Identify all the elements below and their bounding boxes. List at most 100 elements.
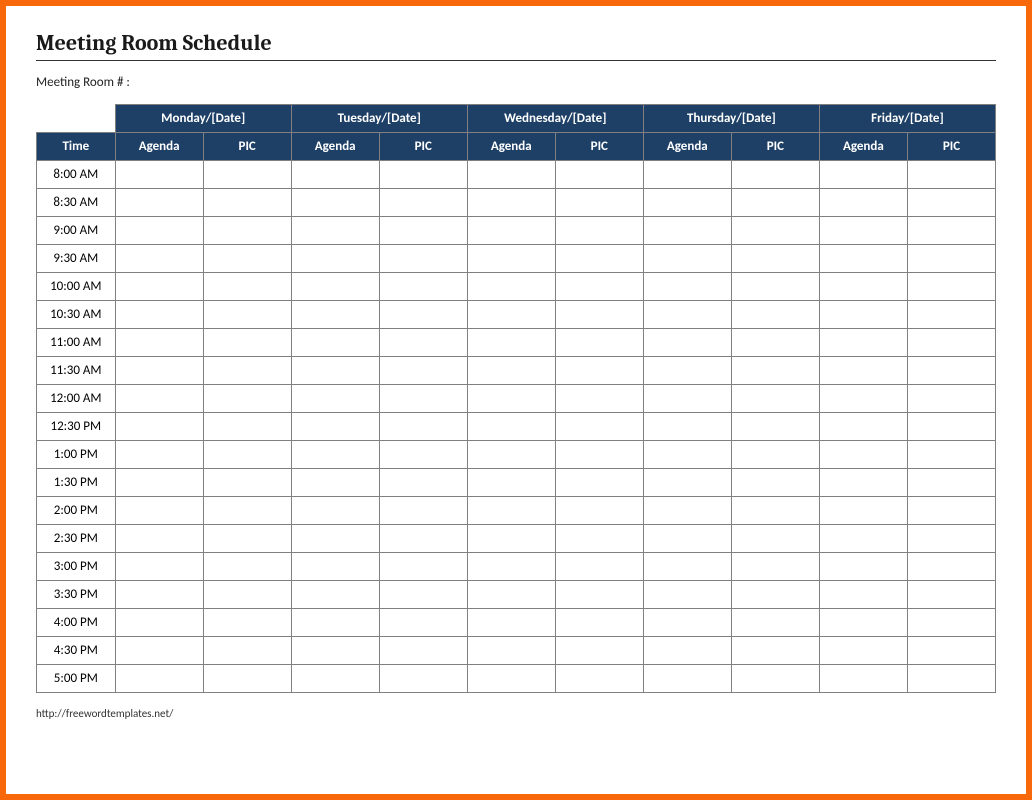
agenda-cell [291,609,379,637]
time-cell: 11:00 AM [37,329,116,357]
pic-cell [907,553,995,581]
pic-cell [555,329,643,357]
agenda-cell [115,609,203,637]
time-cell: 9:00 AM [37,217,116,245]
pic-cell [731,553,819,581]
agenda-cell [819,441,907,469]
pic-cell [731,329,819,357]
pic-cell [555,301,643,329]
footer-url: http://freewordtemplates.net/ [36,707,996,720]
pic-cell [555,441,643,469]
agenda-cell [291,581,379,609]
agenda-cell [467,413,555,441]
pic-cell [555,553,643,581]
pic-cell [555,189,643,217]
agenda-cell [467,469,555,497]
pic-cell [907,497,995,525]
pic-cell [379,525,467,553]
pic-cell [379,497,467,525]
pic-cell [203,357,291,385]
pic-cell [907,273,995,301]
pic-cell [555,637,643,665]
table-row: 11:30 AM [37,357,996,385]
time-cell: 10:30 AM [37,301,116,329]
pic-cell [555,161,643,189]
pic-cell [379,581,467,609]
agenda-cell [115,581,203,609]
day-header-tuesday: Tuesday/[Date] [291,105,467,133]
agenda-cell [467,609,555,637]
table-row: 5:00 PM [37,665,996,693]
time-cell: 3:30 PM [37,581,116,609]
agenda-cell [819,217,907,245]
agenda-cell [819,637,907,665]
pic-cell [731,581,819,609]
agenda-cell [291,497,379,525]
agenda-cell [819,357,907,385]
agenda-cell [115,161,203,189]
pic-cell [203,525,291,553]
schedule-body: 8:00 AM8:30 AM9:00 AM9:30 AM10:00 AM10:3… [37,161,996,693]
pic-cell [731,637,819,665]
pic-cell [907,217,995,245]
agenda-cell [467,329,555,357]
pic-cell [379,665,467,693]
agenda-cell [291,301,379,329]
pic-cell [379,189,467,217]
agenda-cell [643,441,731,469]
agenda-cell [643,357,731,385]
agenda-cell [643,385,731,413]
agenda-cell [643,189,731,217]
agenda-cell [643,497,731,525]
pic-cell [907,385,995,413]
agenda-cell [115,357,203,385]
pic-cell [731,357,819,385]
pic-cell [379,217,467,245]
pic-cell [731,301,819,329]
sub-header-pic: PIC [907,133,995,161]
time-column-header: Time [37,133,116,161]
pic-cell [555,609,643,637]
pic-cell [379,469,467,497]
table-row: 10:30 AM [37,301,996,329]
agenda-cell [467,665,555,693]
agenda-cell [819,665,907,693]
corner-cell [37,105,116,133]
day-header-wednesday: Wednesday/[Date] [467,105,643,133]
agenda-cell [291,637,379,665]
pic-cell [907,637,995,665]
agenda-cell [291,189,379,217]
pic-cell [731,245,819,273]
time-cell: 12:30 PM [37,413,116,441]
pic-cell [555,385,643,413]
schedule-table: Monday/[Date] Tuesday/[Date] Wednesday/[… [36,104,996,693]
pic-cell [907,665,995,693]
pic-cell [203,301,291,329]
pic-cell [379,609,467,637]
time-cell: 11:30 AM [37,357,116,385]
pic-cell [555,665,643,693]
pic-cell [203,413,291,441]
pic-cell [907,189,995,217]
agenda-cell [643,301,731,329]
agenda-cell [291,525,379,553]
pic-cell [731,469,819,497]
pic-cell [731,189,819,217]
table-row: 1:00 PM [37,441,996,469]
table-row: 4:30 PM [37,637,996,665]
agenda-cell [467,441,555,469]
agenda-cell [467,637,555,665]
agenda-cell [115,637,203,665]
table-row: 9:00 AM [37,217,996,245]
pic-cell [731,161,819,189]
pic-cell [203,189,291,217]
pic-cell [203,441,291,469]
pic-cell [731,217,819,245]
sub-header-agenda: Agenda [643,133,731,161]
table-row: 2:30 PM [37,525,996,553]
agenda-cell [819,497,907,525]
agenda-cell [819,189,907,217]
pic-cell [203,665,291,693]
agenda-cell [643,469,731,497]
agenda-cell [643,665,731,693]
